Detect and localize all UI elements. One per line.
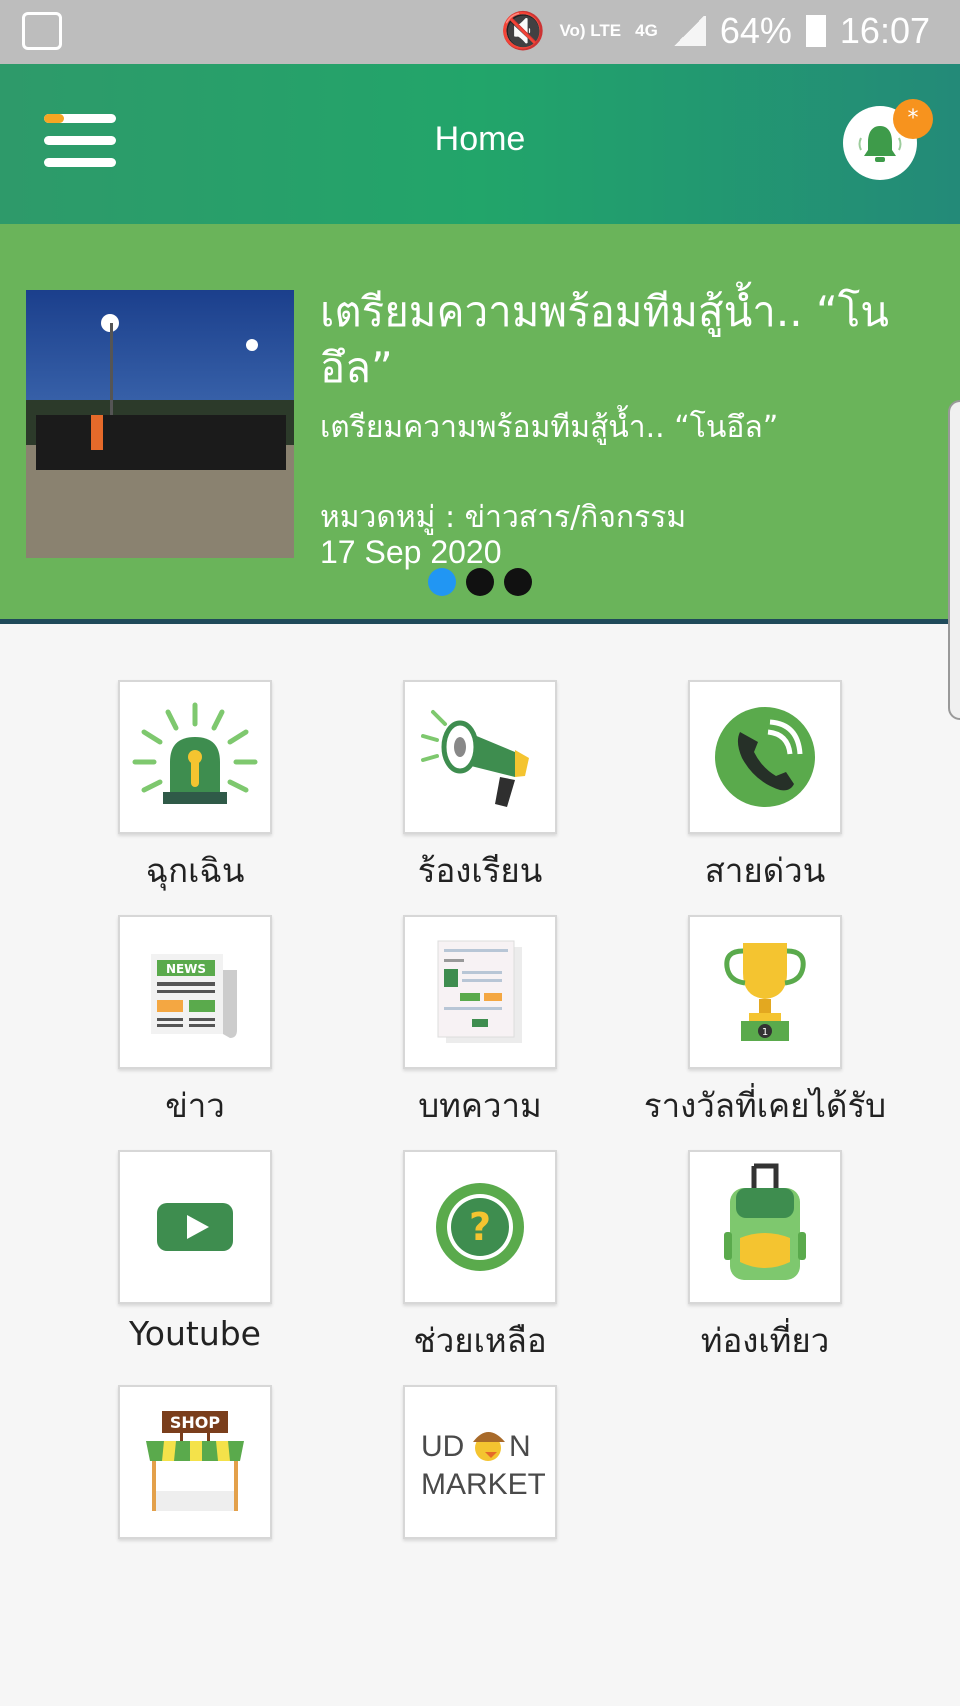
- news-subtitle: เตรียมความพร้อมทีมสู้น้ำ.. “โนอึล”: [320, 410, 779, 445]
- app-bar: Home *: [0, 64, 960, 224]
- menu-item-travel[interactable]: ท่องเที่ยว: [615, 1150, 915, 1367]
- menu-item-awards[interactable]: 1 รางวัลที่เคยได้รับ: [615, 915, 915, 1132]
- wifi-icon: [22, 12, 62, 50]
- edge-panel-handle[interactable]: [948, 400, 960, 720]
- clock: 16:07: [839, 10, 930, 51]
- menu-label: ร้องเรียน: [417, 851, 543, 890]
- svg-text:N: N: [509, 1430, 531, 1463]
- phone-icon: [715, 707, 815, 807]
- svg-text:1: 1: [762, 1027, 768, 1038]
- signal-icon: [671, 16, 706, 46]
- megaphone-icon: [421, 710, 529, 807]
- article-icon: [437, 940, 522, 1043]
- network-type: 4G: [635, 21, 658, 40]
- menu-item-hotline[interactable]: สายด่วน: [615, 680, 915, 897]
- svg-text:NEWS: NEWS: [166, 962, 206, 976]
- volte-indicator: Vo) LTE: [559, 21, 622, 40]
- news-date: 17 Sep 2020: [320, 534, 502, 570]
- page-title: Home: [434, 120, 526, 158]
- menu-label: ฉุกเฉิน: [145, 851, 245, 890]
- siren-icon: [132, 702, 258, 804]
- menu-item-emergency[interactable]: ฉุกเฉิน: [45, 680, 345, 897]
- menu-label: รางวัลที่เคยได้รับ: [643, 1086, 887, 1125]
- notification-badge: *: [893, 99, 933, 139]
- news-photo: [26, 290, 294, 558]
- newspaper-icon: NEWS: [151, 954, 237, 1038]
- menu-item-complaint[interactable]: ร้องเรียน: [330, 680, 630, 897]
- news-carousel[interactable]: เตรียมความพร้อมทีมสู้น้ำ.. “โนอึล” เตรีย…: [0, 224, 960, 624]
- menu-item-youtube[interactable]: Youtube: [45, 1150, 345, 1353]
- shop-icon: SHOP: [146, 1411, 244, 1511]
- battery-icon: [805, 15, 826, 47]
- menu-label: สายด่วน: [704, 851, 826, 890]
- menu-item-article[interactable]: บทความ: [330, 915, 630, 1132]
- carousel-dot-active[interactable]: [428, 568, 456, 596]
- mute-icon: 🔇: [500, 10, 546, 51]
- menu-item-help[interactable]: ? ช่วยเหลือ: [330, 1150, 630, 1367]
- svg-text:?: ?: [469, 1205, 491, 1249]
- udon-market-logo: UD N MARKET: [421, 1430, 545, 1501]
- menu-item-news[interactable]: NEWS ข่าว: [45, 915, 345, 1132]
- help-icon: ?: [436, 1183, 524, 1271]
- menu-item-udon-market[interactable]: UD N MARKET: [330, 1385, 630, 1549]
- svg-text:MARKET: MARKET: [421, 1468, 545, 1501]
- menu-label: Youtube: [129, 1314, 261, 1353]
- youtube-icon: [157, 1203, 233, 1251]
- menu-label: บทความ: [418, 1086, 542, 1125]
- carousel-dot[interactable]: [466, 568, 494, 596]
- menu-label: ข่าว: [165, 1086, 225, 1125]
- carousel-dot[interactable]: [504, 568, 532, 596]
- menu-item-shop[interactable]: SHOP: [45, 1385, 345, 1549]
- menu-label: ท่องเที่ยว: [700, 1321, 830, 1360]
- battery-level: 64%: [719, 10, 792, 51]
- menu-label: ช่วยเหลือ: [413, 1321, 547, 1360]
- svg-text:UD: UD: [421, 1430, 464, 1463]
- luggage-icon: [724, 1163, 806, 1280]
- news-headline[interactable]: เตรียมความพร้อมทีมสู้น้ำ.. “โนอึล”: [320, 284, 940, 396]
- status-bar: 🔇 Vo) LTE 4G 64% 16:07: [0, 0, 960, 64]
- trophy-icon: 1: [724, 943, 806, 1041]
- carousel-indicator: [428, 568, 532, 596]
- shop-sign-text: SHOP: [170, 1413, 221, 1432]
